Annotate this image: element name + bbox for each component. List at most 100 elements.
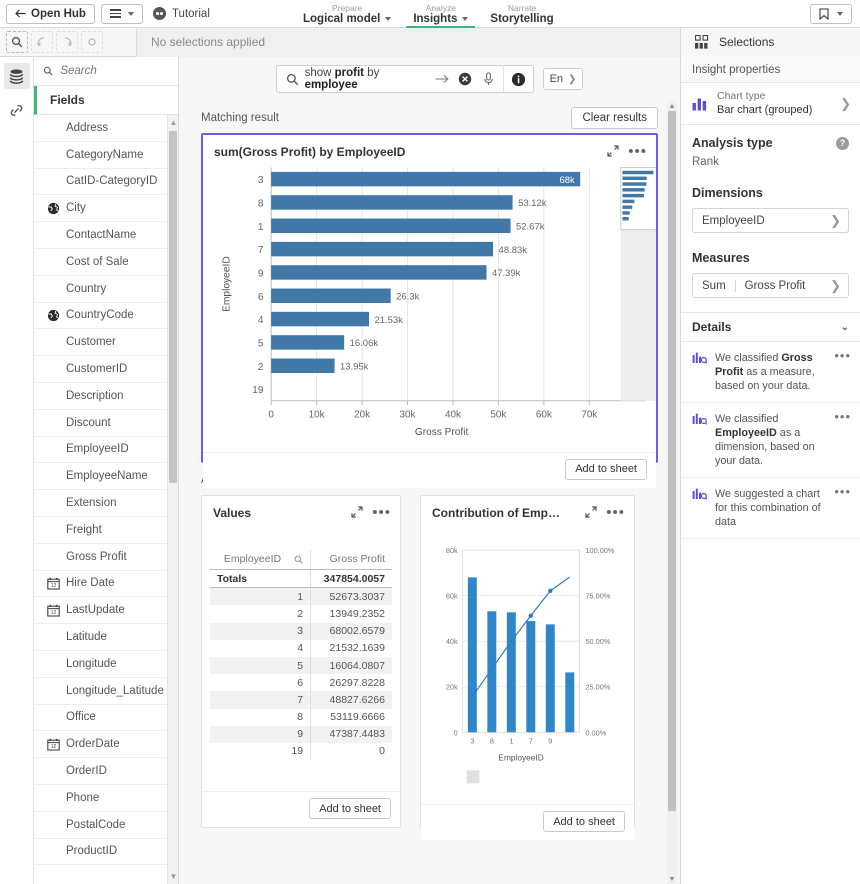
cell-employeeid[interactable]: 9: [210, 726, 311, 743]
detail-item-2[interactable]: We suggested a chart for this combinatio…: [681, 478, 860, 539]
open-hub-button[interactable]: Open Hub: [6, 4, 95, 24]
table-row[interactable]: 368002.6579: [210, 623, 392, 640]
fields-scroll-thumb[interactable]: [169, 131, 177, 483]
clear-results-button[interactable]: Clear results: [571, 107, 658, 129]
chevron-down-icon[interactable]: [462, 17, 468, 21]
table-row[interactable]: 152673.3037: [210, 588, 392, 606]
field-item-gross-profit[interactable]: Gross Profit: [34, 544, 178, 571]
table-row[interactable]: 853119.6666: [210, 709, 392, 726]
cell-gross-profit[interactable]: 53119.6666: [311, 709, 392, 726]
field-item-orderid[interactable]: OrderID: [34, 758, 178, 785]
chart-type-row[interactable]: Chart type Bar chart (grouped) ❯: [681, 83, 860, 125]
scroll-down-icon[interactable]: ▼: [168, 870, 178, 883]
values-table-area[interactable]: EmployeeIDGross Profit Totals347854.0057…: [202, 524, 400, 791]
app-menu-button[interactable]: [101, 4, 143, 24]
submit-arrow-icon[interactable]: [434, 71, 451, 88]
field-item-hire-date[interactable]: 12Hire Date: [34, 571, 178, 598]
add-to-sheet-button[interactable]: Add to sheet: [309, 798, 391, 819]
search-icon[interactable]: [294, 555, 303, 564]
contribution-card[interactable]: Contribution of Employe... ••• 00.00%20k…: [420, 495, 635, 828]
field-item-productid[interactable]: ProductID: [34, 839, 178, 866]
clear-search-icon[interactable]: [457, 71, 474, 88]
cell-gross-profit[interactable]: 68002.6579: [311, 623, 392, 640]
cell-gross-profit[interactable]: 16064.0807: [311, 657, 392, 674]
values-card[interactable]: Values ••• EmployeeIDGross Profit Totals…: [201, 495, 401, 828]
field-item-extension[interactable]: Extension: [34, 490, 178, 517]
cell-employeeid[interactable]: 3: [210, 623, 311, 640]
card-menu-icon[interactable]: •••: [606, 508, 625, 517]
field-item-employeename[interactable]: EmployeeName: [34, 463, 178, 490]
rail-item-fields[interactable]: [4, 63, 30, 89]
scroll-up-icon[interactable]: ▲: [168, 116, 178, 129]
tab-insights[interactable]: Analyze Insights: [402, 0, 479, 28]
contribution-chart-canvas[interactable]: 00.00%20k25.00%40k50.00%60k75.00%80k100.…: [421, 524, 634, 804]
cell-gross-profit[interactable]: 48827.6266: [311, 691, 392, 708]
cell-gross-profit[interactable]: 26297.8228: [311, 674, 392, 691]
cell-employeeid[interactable]: 2: [210, 605, 311, 622]
language-selector[interactable]: En ❯: [543, 68, 584, 90]
info-icon[interactable]: [510, 71, 527, 88]
cell-employeeid[interactable]: 5: [210, 657, 311, 674]
bookmark-button[interactable]: [810, 4, 852, 24]
field-item-catid-categoryid[interactable]: CatID-CategoryID: [34, 169, 178, 196]
cell-employeeid[interactable]: 1: [210, 588, 311, 606]
fields-scrollbar[interactable]: ▲ ▼: [167, 115, 178, 884]
detail-item-0[interactable]: We classified Gross Profit as a measure,…: [681, 342, 860, 403]
selections-button[interactable]: Selections: [680, 28, 860, 57]
scroll-up-icon[interactable]: ▲: [667, 101, 677, 111]
insight-search-input[interactable]: show profit by employee: [305, 67, 428, 91]
voice-search-icon[interactable]: [480, 71, 497, 88]
card-menu-icon[interactable]: •••: [372, 508, 391, 517]
field-item-countrycode[interactable]: CountryCode: [34, 303, 178, 330]
table-row[interactable]: 190: [210, 743, 392, 760]
fullscreen-icon[interactable]: [351, 506, 363, 518]
cell-gross-profit[interactable]: 13949.2352: [311, 605, 392, 622]
rail-item-associations[interactable]: [4, 97, 30, 123]
cell-employeeid[interactable]: 8: [210, 709, 311, 726]
tab-logical-model[interactable]: Prepare Logical model: [292, 0, 402, 28]
detail-item-1[interactable]: We classified EmployeeID as a dimension,…: [681, 403, 860, 478]
card-menu-icon[interactable]: •••: [628, 147, 647, 156]
field-item-orderdate[interactable]: 12OrderDate: [34, 731, 178, 758]
field-item-contactname[interactable]: ContactName: [34, 222, 178, 249]
tutorial-button[interactable]: Tutorial: [153, 7, 210, 20]
contribution-chart-svg[interactable]: 00.00%20k25.00%40k50.00%60k75.00%80k100.…: [421, 524, 634, 804]
table-row[interactable]: 516064.0807: [210, 657, 392, 674]
cell-employeeid[interactable]: 7: [210, 691, 311, 708]
help-icon[interactable]: ?: [836, 137, 849, 150]
table-row[interactable]: 626297.8228: [210, 674, 392, 691]
field-item-country[interactable]: Country: [34, 276, 178, 303]
fullscreen-icon[interactable]: [585, 506, 597, 518]
table-row[interactable]: 213949.2352: [210, 605, 392, 622]
field-item-longitude[interactable]: Longitude: [34, 651, 178, 678]
field-item-cost-of-sale[interactable]: Cost of Sale: [34, 249, 178, 276]
insight-search-box[interactable]: show profit by employee: [276, 65, 534, 93]
field-item-office[interactable]: Office: [34, 705, 178, 732]
table-row[interactable]: 421532.1639: [210, 640, 392, 657]
tab-storytelling[interactable]: Narrate Storytelling: [479, 0, 564, 28]
cell-gross-profit[interactable]: 47387.4483: [311, 726, 392, 743]
field-item-categoryname[interactable]: CategoryName: [34, 142, 178, 169]
main-bar-chart-svg[interactable]: 368k853.12k152.67k748.83k947.39k626.3k42…: [203, 163, 656, 452]
table-row[interactable]: 947387.4483: [210, 726, 392, 743]
detail-menu-icon[interactable]: •••: [834, 487, 851, 496]
field-item-lastupdate[interactable]: 12LastUpdate: [34, 597, 178, 624]
column-header-employeeid[interactable]: EmployeeID: [210, 550, 311, 570]
field-item-customer[interactable]: Customer: [34, 329, 178, 356]
selection-search-icon[interactable]: [6, 31, 28, 53]
center-scroll-thumb[interactable]: [668, 111, 676, 811]
dimension-pill-employeeid[interactable]: EmployeeID ❯: [692, 208, 849, 233]
chevron-down-icon[interactable]: [385, 17, 391, 21]
cell-employeeid[interactable]: 6: [210, 674, 311, 691]
assets-search-input[interactable]: [60, 65, 169, 77]
cell-gross-profit[interactable]: 0: [311, 743, 392, 760]
field-item-discount[interactable]: Discount: [34, 410, 178, 437]
field-item-employeeid[interactable]: EmployeeID: [34, 437, 178, 464]
add-to-sheet-button[interactable]: Add to sheet: [543, 811, 625, 832]
table-row[interactable]: 748827.6266: [210, 691, 392, 708]
values-table[interactable]: EmployeeIDGross Profit Totals347854.0057…: [210, 550, 392, 760]
measure-pill-gross-profit[interactable]: Sum Gross Profit ❯: [692, 273, 849, 298]
assets-search[interactable]: [34, 57, 178, 86]
main-chart-canvas[interactable]: 368k853.12k152.67k748.83k947.39k626.3k42…: [203, 163, 656, 452]
details-header[interactable]: Details ⌄: [681, 312, 860, 342]
